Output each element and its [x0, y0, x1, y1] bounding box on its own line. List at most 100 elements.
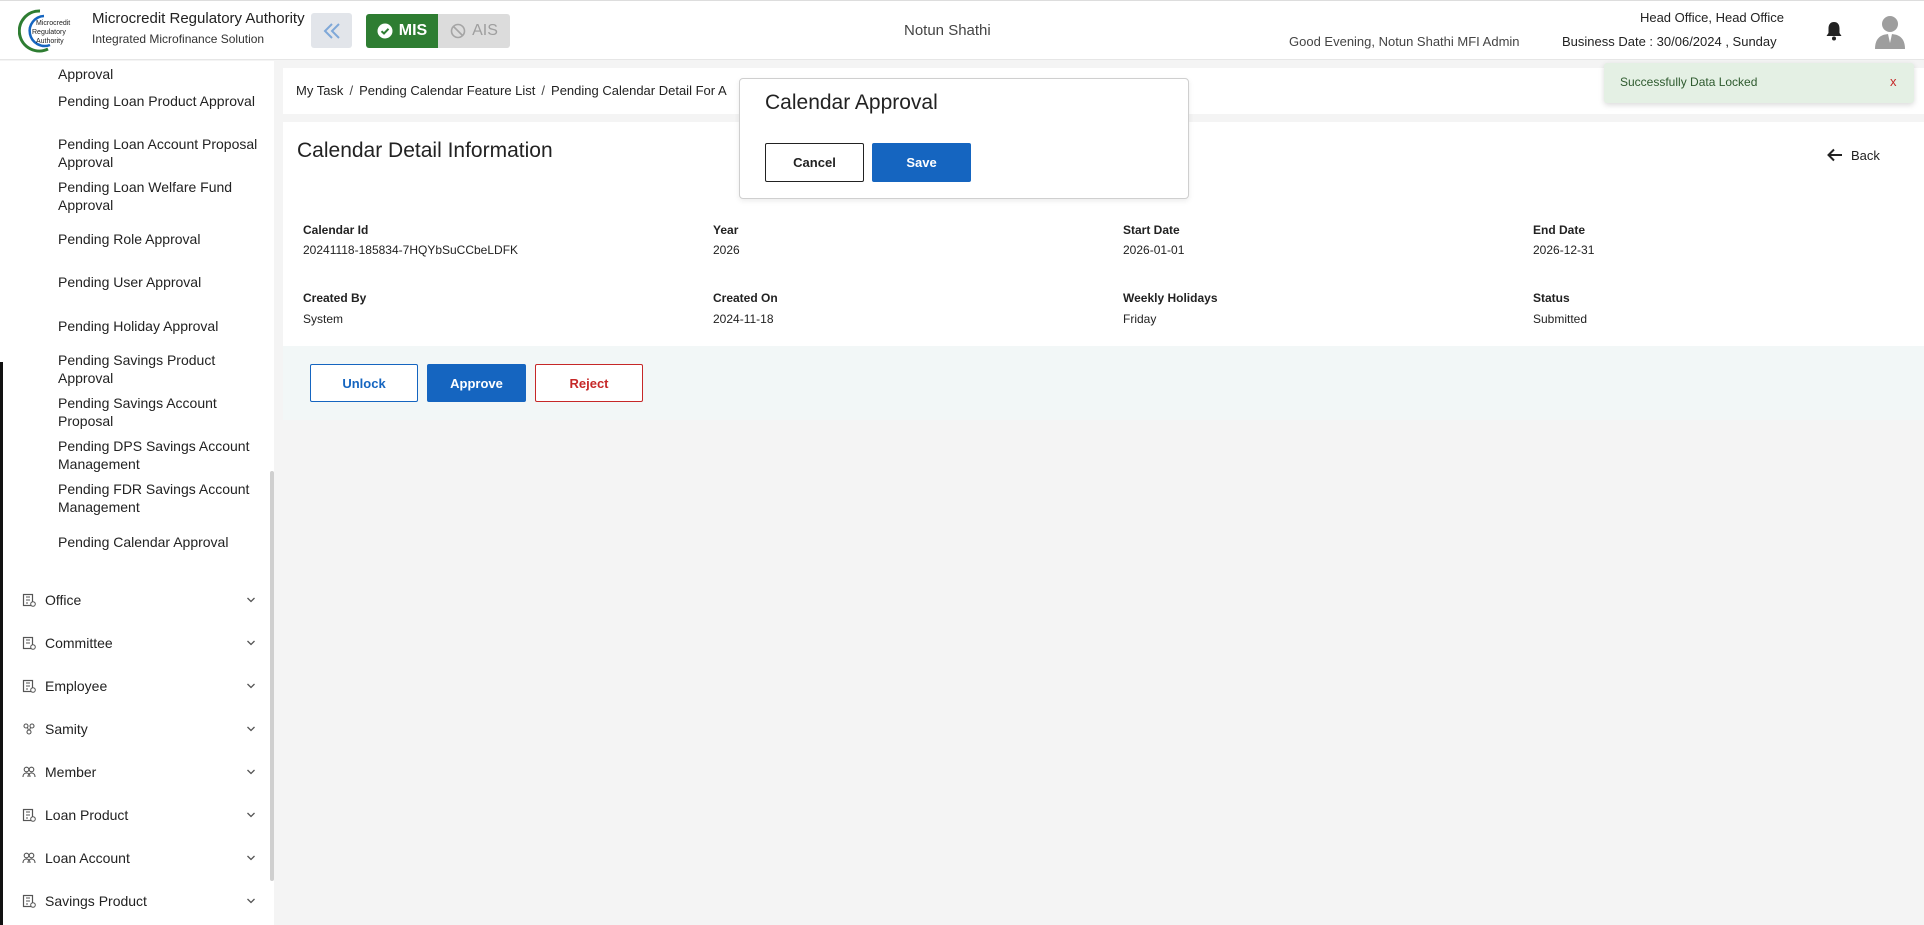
double-chevron-left-icon	[323, 22, 340, 39]
start-date-value: 2026-01-01	[1123, 243, 1185, 257]
sidebar-item-pending-dps-savings-account-management[interactable]: Pending DPS Savings Account Management	[58, 437, 263, 473]
sidebar-item-loan-product[interactable]: Loan Product	[0, 804, 268, 828]
savings-product-icon	[22, 894, 36, 908]
breadcrumb-separator: /	[349, 83, 354, 98]
sidebar: Approval Pending Loan Product Approval P…	[0, 61, 274, 925]
sidebar-collapse-button[interactable]	[311, 13, 352, 48]
top-header: Microcredit Regulatory Authority Microcr…	[0, 0, 1924, 60]
chevron-down-icon	[247, 769, 255, 775]
sidebar-item-label: Savings Product	[45, 893, 147, 909]
sidebar-item-pending-fdr-savings-account-management[interactable]: Pending FDR Savings Account Management	[58, 480, 263, 516]
calendar-id-label: Calendar Id	[303, 223, 369, 237]
sidebar-scrollbar[interactable]	[270, 471, 274, 881]
window-edge	[0, 362, 3, 925]
mis-mode-button[interactable]: MIS	[366, 14, 438, 48]
arrow-left-icon	[1827, 148, 1842, 162]
created-on-value: 2024-11-18	[713, 312, 774, 326]
breadcrumb-pending-calendar-detail: Pending Calendar Detail For A	[551, 83, 727, 98]
toast-message: Successfully Data Locked	[1620, 75, 1758, 89]
weekly-holidays-value: Friday	[1123, 312, 1157, 326]
sidebar-item-pending-holiday-approval[interactable]: Pending Holiday Approval	[58, 317, 263, 335]
sidebar-item-label: Samity	[45, 721, 88, 737]
chevron-down-icon	[247, 597, 255, 603]
sidebar-item-samity[interactable]: Samity	[0, 718, 268, 742]
mra-logo: Microcredit Regulatory Authority	[18, 9, 70, 53]
success-toast: Successfully Data Locked x	[1604, 63, 1914, 103]
sidebar-item-pending-loan-welfare-fund-approval[interactable]: Pending Loan Welfare Fund Approval	[58, 178, 263, 214]
dialog-title: Calendar Approval	[765, 91, 938, 114]
ais-label: AIS	[472, 22, 498, 39]
office-icon	[22, 593, 36, 607]
samity-icon	[23, 723, 35, 735]
svg-text:Authority: Authority	[36, 38, 64, 45]
approve-button[interactable]: Approve	[427, 364, 526, 402]
end-date-value: 2026-12-31	[1533, 243, 1595, 257]
chevron-down-icon	[247, 812, 255, 818]
back-button[interactable]: Back	[1827, 145, 1880, 165]
mis-ais-toggle: MIS AIS	[366, 14, 510, 48]
notification-bell-icon[interactable]	[1825, 21, 1843, 41]
loan-account-icon	[22, 852, 36, 864]
svg-text:Microcredit: Microcredit	[36, 20, 70, 27]
sidebar-item-employee[interactable]: Employee	[0, 675, 268, 699]
member-icon	[22, 766, 36, 778]
toast-close-button[interactable]: x	[1890, 74, 1897, 89]
loan-product-icon	[22, 808, 36, 822]
employee-icon	[22, 679, 36, 693]
sidebar-item-loan-account[interactable]: Loan Account	[0, 847, 268, 871]
sidebar-item-pending-savings-product-approval[interactable]: Pending Savings Product Approval	[58, 351, 263, 387]
status-label: Status	[1533, 291, 1570, 305]
business-date: Business Date : 30/06/2024 , Sunday	[1562, 34, 1777, 49]
committee-icon	[22, 636, 36, 650]
sidebar-item-pending-loan-account-proposal-approval[interactable]: Pending Loan Account Proposal Approval	[58, 135, 263, 171]
breadcrumb: My Task / Pending Calendar Feature List …	[296, 83, 727, 98]
action-bar: Unlock Approve Reject	[283, 346, 1924, 420]
chevron-down-icon	[247, 640, 255, 646]
block-icon	[450, 23, 466, 39]
year-label: Year	[713, 223, 739, 237]
check-circle-icon	[377, 23, 393, 39]
year-value: 2026	[713, 243, 740, 257]
mis-label: MIS	[398, 22, 428, 39]
start-date-label: Start Date	[1123, 223, 1180, 237]
created-on-label: Created On	[713, 291, 778, 305]
breadcrumb-separator: /	[541, 83, 546, 98]
sidebar-item-label: Loan Account	[45, 850, 130, 866]
ais-mode-button[interactable]: AIS	[438, 14, 510, 48]
sidebar-item-office[interactable]: Office	[0, 589, 268, 613]
sidebar-item-label: Member	[45, 764, 97, 780]
breadcrumb-pending-calendar-feature-list[interactable]: Pending Calendar Feature List	[359, 83, 535, 98]
sidebar-item-label: Employee	[45, 678, 108, 694]
sidebar-item-pending-savings-account-proposal[interactable]: Pending Savings Account Proposal	[58, 394, 263, 430]
chevron-down-icon	[247, 726, 255, 732]
sidebar-item-pending-loan-product-approval[interactable]: Pending Loan Product Approval	[58, 92, 263, 110]
calendar-details: Calendar Id 20241118-185834-7HQYbSuCCbeL…	[283, 194, 1924, 346]
sidebar-item-pending-user-approval[interactable]: Pending User Approval	[58, 273, 263, 291]
end-date-label: End Date	[1533, 223, 1586, 237]
page-title: Calendar Detail Information	[297, 139, 553, 162]
brand-title: Microcredit Regulatory Authority	[92, 10, 305, 27]
cancel-button[interactable]: Cancel	[765, 143, 864, 182]
sidebar-item-savings-product[interactable]: Savings Product	[0, 890, 268, 914]
chevron-down-icon	[247, 898, 255, 904]
svg-text:Regulatory: Regulatory	[32, 29, 66, 36]
office-name: Head Office, Head Office	[1639, 10, 1784, 25]
unlock-button[interactable]: Unlock	[310, 364, 418, 402]
sidebar-item-pending-role-approval[interactable]: Pending Role Approval	[58, 230, 263, 248]
reject-button[interactable]: Reject	[535, 364, 643, 402]
breadcrumb-my-task[interactable]: My Task	[296, 83, 343, 98]
user-greeting: Good Evening, Notun Shathi MFI Admin	[1289, 34, 1520, 49]
user-avatar-icon[interactable]	[1874, 13, 1906, 49]
created-by-label: Created By	[303, 291, 367, 305]
sidebar-item-label: Committee	[45, 635, 113, 651]
sidebar-item-approval[interactable]: Approval	[58, 65, 263, 83]
calendar-id-value: 20241118-185834-7HQYbSuCCbeLDFK	[303, 243, 519, 257]
sidebar-item-pending-calendar-approval[interactable]: Pending Calendar Approval	[58, 533, 263, 551]
sidebar-item-committee[interactable]: Committee	[0, 632, 268, 656]
organization-name: Notun Shathi	[904, 22, 991, 39]
chevron-down-icon	[247, 855, 255, 861]
brand-subtitle: Integrated Microfinance Solution	[92, 32, 265, 46]
sidebar-item-member[interactable]: Member	[0, 761, 268, 785]
save-button[interactable]: Save	[872, 143, 971, 182]
weekly-holidays-label: Weekly Holidays	[1123, 291, 1218, 305]
